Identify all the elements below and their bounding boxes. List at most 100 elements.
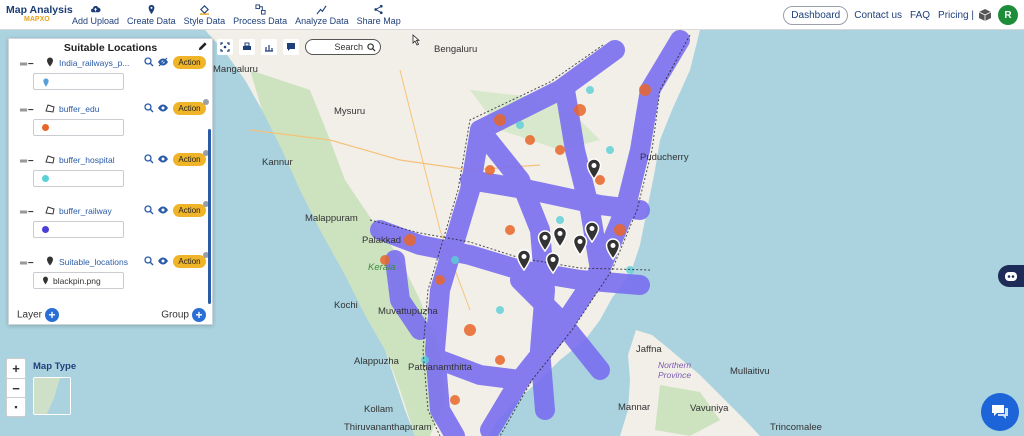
nav-add-upload[interactable]: Add Upload bbox=[68, 4, 123, 26]
plus-icon: + bbox=[192, 308, 206, 322]
suitable-location-pin[interactable] bbox=[584, 221, 600, 243]
drag-handle-icon[interactable]: ═ − bbox=[20, 105, 34, 116]
fullscreen-tool[interactable] bbox=[217, 39, 233, 55]
action-button[interactable]: Action bbox=[173, 255, 206, 268]
layer-row[interactable]: ═ − buffer_hospital Action bbox=[9, 150, 209, 204]
drag-handle-icon[interactable]: ═ − bbox=[20, 258, 34, 269]
layer-name[interactable]: India_railways_p... bbox=[59, 58, 129, 68]
pencil-icon[interactable] bbox=[197, 41, 208, 52]
top-navbar: Map Analysis MAPXO Add Upload Create Dat… bbox=[0, 0, 1024, 30]
layer-status-dot bbox=[203, 99, 209, 105]
suitable-location-pin[interactable] bbox=[586, 158, 602, 180]
eye-icon[interactable] bbox=[157, 103, 169, 113]
layer-name[interactable]: buffer_railway bbox=[59, 206, 112, 216]
contact-link[interactable]: Contact us bbox=[854, 10, 902, 21]
layer-name[interactable]: Suitable_locations bbox=[59, 257, 128, 267]
main-nav: Add Upload Create Data Style Data Proces… bbox=[68, 3, 405, 26]
nav-share-map[interactable]: Share Map bbox=[353, 4, 405, 26]
pricing-link[interactable]: Pricing | bbox=[938, 10, 974, 21]
drag-handle-icon[interactable]: ═ − bbox=[20, 207, 34, 218]
zoom-in-button[interactable]: + bbox=[7, 359, 25, 378]
comment-icon bbox=[287, 43, 295, 51]
map-type-preview bbox=[34, 378, 70, 414]
zoom-to-layer-icon[interactable] bbox=[144, 103, 154, 113]
eye-icon[interactable] bbox=[157, 154, 169, 164]
nav-process-data-label: Process Data bbox=[233, 15, 288, 26]
layer-row[interactable]: ═ − Suitable_locations Action blackpin.p… bbox=[9, 252, 209, 306]
panel-scrollbar[interactable] bbox=[208, 129, 211, 304]
layer-legend bbox=[33, 119, 124, 136]
layer-row[interactable]: ═ − buffer_railway Action bbox=[9, 201, 209, 255]
nav-analyze-data[interactable]: Analyze Data bbox=[291, 4, 353, 26]
layer-swatch-icon bbox=[42, 77, 50, 87]
suitable-location-pin[interactable] bbox=[545, 252, 561, 274]
dashboard-button[interactable]: Dashboard bbox=[783, 5, 849, 25]
zoom-to-layer-icon[interactable] bbox=[144, 205, 154, 215]
action-button[interactable]: Action bbox=[173, 102, 206, 115]
avatar[interactable]: R bbox=[998, 5, 1018, 25]
nav-style-data[interactable]: Style Data bbox=[180, 4, 230, 26]
print-tool[interactable] bbox=[239, 39, 255, 55]
place-label: Alappuzha bbox=[354, 356, 399, 367]
suitable-location-pin[interactable] bbox=[516, 249, 532, 271]
measure-tool[interactable] bbox=[261, 39, 277, 55]
chat-button[interactable] bbox=[981, 393, 1019, 431]
place-label: Malappuram bbox=[305, 213, 358, 224]
place-label: Pathanamthitta bbox=[408, 362, 472, 373]
action-button[interactable]: Action bbox=[173, 204, 206, 217]
nav-process-data[interactable]: Process Data bbox=[229, 3, 291, 26]
eye-off-icon[interactable] bbox=[157, 57, 169, 67]
point-layer-icon bbox=[47, 256, 53, 266]
mouse-cursor-icon bbox=[412, 34, 421, 46]
search-icon bbox=[367, 42, 376, 52]
action-button[interactable]: Action bbox=[173, 56, 206, 69]
eye-icon[interactable] bbox=[157, 256, 169, 266]
place-label: Mannar bbox=[618, 402, 651, 413]
nav-add-upload-label: Add Upload bbox=[72, 15, 120, 26]
suitable-location-pin[interactable] bbox=[605, 238, 621, 260]
map-pin-icon bbox=[43, 276, 48, 285]
layer-panel: Suitable Locations ═ − India_railways_p.… bbox=[8, 38, 213, 325]
action-button[interactable]: Action bbox=[173, 153, 206, 166]
right-nav: Dashboard Contact us FAQ Pricing | R bbox=[783, 0, 1024, 30]
brand-logo[interactable]: Map Analysis MAPXO bbox=[0, 4, 73, 25]
zoom-out-button[interactable]: − bbox=[7, 378, 25, 397]
cube-icon[interactable] bbox=[978, 8, 992, 22]
suitable-location-pin[interactable] bbox=[537, 230, 553, 252]
add-layer-label: Layer bbox=[17, 309, 43, 321]
eye-icon[interactable] bbox=[157, 205, 169, 215]
layer-name[interactable]: buffer_edu bbox=[59, 104, 100, 114]
suitable-location-pin[interactable] bbox=[552, 226, 568, 248]
add-layer-button[interactable]: Layer + bbox=[17, 308, 60, 322]
nav-share-map-label: Share Map bbox=[356, 15, 401, 26]
place-label: Trincomalee bbox=[770, 422, 822, 433]
layer-row[interactable]: ═ − buffer_edu Action bbox=[9, 99, 209, 153]
add-group-button[interactable]: Group + bbox=[161, 308, 206, 322]
place-label: Mangaluru bbox=[213, 64, 258, 75]
chat-bubble-icon bbox=[992, 405, 1008, 419]
brand-sub-b: XO bbox=[39, 15, 50, 23]
comment-tool[interactable] bbox=[283, 39, 299, 55]
layer-name[interactable]: buffer_hospital bbox=[59, 155, 115, 165]
map-type-thumbnail[interactable] bbox=[33, 377, 71, 415]
search-label: Search bbox=[334, 42, 363, 52]
nav-create-data[interactable]: Create Data bbox=[123, 4, 180, 26]
zoom-range-button[interactable]: ▪ bbox=[7, 397, 25, 416]
search-input[interactable]: Search bbox=[305, 39, 381, 55]
place-label: Jaffna bbox=[636, 344, 662, 355]
map-pin-icon bbox=[148, 4, 155, 14]
zoom-to-layer-icon[interactable] bbox=[144, 256, 154, 266]
fullscreen-icon bbox=[220, 42, 230, 52]
zoom-to-layer-icon[interactable] bbox=[144, 57, 154, 67]
assistant-tab[interactable] bbox=[998, 265, 1024, 287]
drag-handle-icon[interactable]: ═ − bbox=[20, 156, 34, 167]
layer-row[interactable]: ═ − India_railways_p... Action bbox=[9, 56, 209, 107]
polygon-layer-icon bbox=[45, 155, 55, 164]
place-label: Kannur bbox=[262, 157, 293, 168]
zoom-to-layer-icon[interactable] bbox=[144, 154, 154, 164]
layer-swatch bbox=[42, 175, 49, 182]
faq-link[interactable]: FAQ bbox=[910, 10, 930, 21]
layer-swatch bbox=[42, 226, 49, 233]
map-type-label: Map Type bbox=[33, 361, 77, 372]
drag-handle-icon[interactable]: ═ − bbox=[20, 59, 34, 70]
